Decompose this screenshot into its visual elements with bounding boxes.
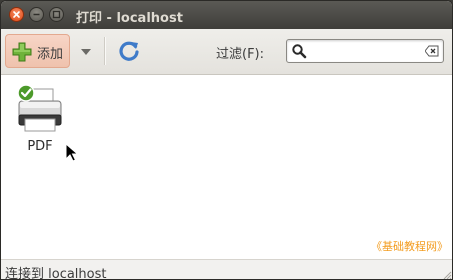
close-button[interactable] [9, 7, 24, 22]
printer-icon [17, 84, 62, 132]
add-button[interactable]: 添加 [5, 34, 70, 68]
chevron-down-icon[interactable] [81, 49, 91, 55]
search-icon [292, 44, 307, 59]
maximize-icon [52, 10, 61, 19]
refresh-icon[interactable] [117, 39, 141, 63]
filter-label: 过滤(F): [216, 47, 265, 62]
minimize-icon [33, 13, 40, 16]
minimize-button[interactable] [29, 7, 44, 22]
toolbar-separator [104, 37, 106, 65]
watermark-text: 《基础教程网》 [371, 240, 448, 253]
status-text: 连接到 localhost [5, 267, 107, 280]
title-bar[interactable]: 打印 - localhost [1, 1, 452, 29]
maximize-button[interactable] [49, 7, 64, 22]
mouse-cursor-icon [65, 143, 79, 162]
window-title: 打印 - localhost [76, 11, 183, 26]
plus-icon [12, 42, 32, 62]
close-icon [13, 11, 20, 18]
printer-item[interactable]: PDF [13, 83, 67, 155]
filter-input[interactable] [309, 42, 419, 60]
filter-search-box[interactable] [286, 39, 444, 63]
status-bar: 连接到 localhost [1, 259, 452, 280]
printer-name: PDF [27, 139, 53, 154]
add-button-label: 添加 [37, 47, 64, 62]
resize-grip-icon[interactable] [442, 270, 452, 280]
toolbar: 添加 过滤(F): [1, 29, 452, 75]
clear-icon[interactable] [425, 45, 439, 57]
print-window: 打印 - localhost 添加 过滤(F): PDF 《基础教程网》 连接到… [0, 0, 453, 280]
printer-list[interactable]: PDF [1, 75, 452, 259]
